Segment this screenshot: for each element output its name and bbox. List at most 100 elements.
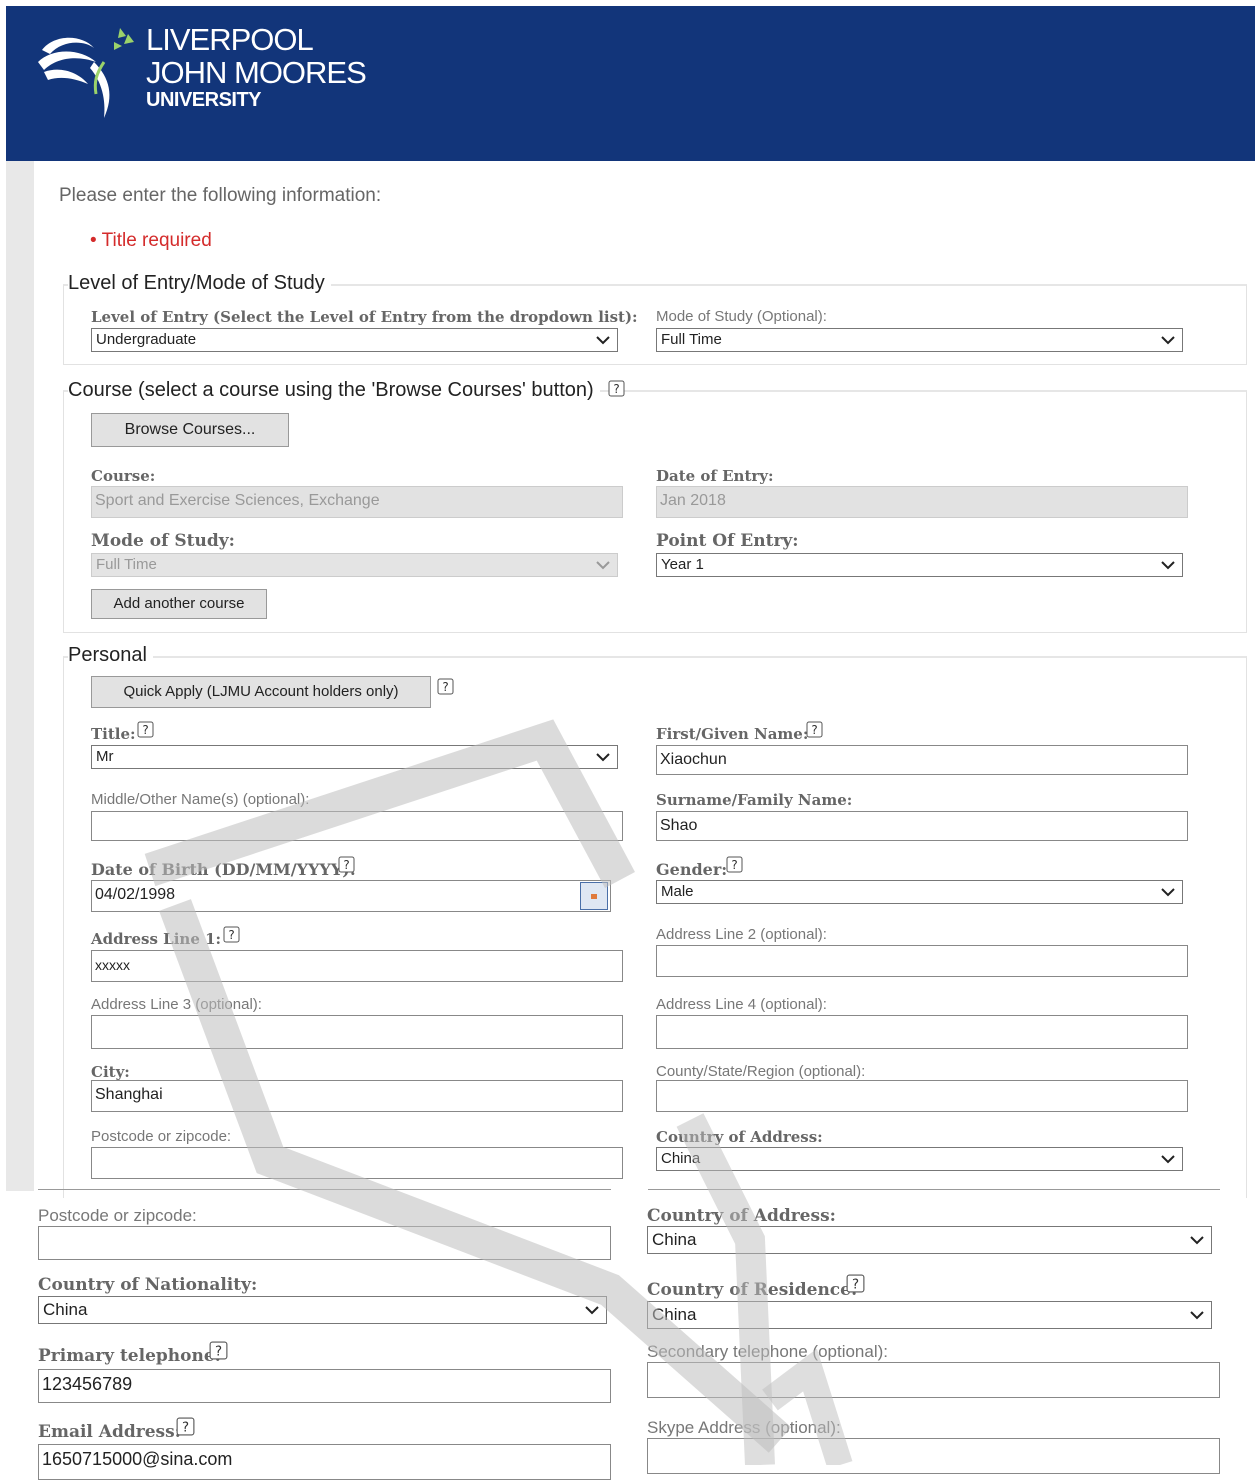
chevron-down-icon — [1161, 561, 1175, 570]
primary-telephone-label: Primary telephone: — [38, 1346, 221, 1366]
nationality-select[interactable]: China — [38, 1296, 607, 1324]
date-of-entry-field: Jan 2018 — [656, 486, 1188, 518]
svg-text:?: ? — [613, 382, 619, 396]
help-icon[interactable]: ? — [338, 856, 355, 873]
surname-input[interactable]: Shao — [656, 811, 1188, 841]
university-name: LIVERPOOL JOHN MOORES UNIVERSITY — [146, 22, 367, 111]
gender-label: Gender: — [656, 860, 728, 879]
course-label: Course: — [91, 467, 156, 485]
city-label: City: — [91, 1063, 130, 1081]
chevron-down-icon — [1190, 1236, 1204, 1245]
help-icon[interactable]: ? — [209, 1341, 228, 1360]
address-line-3-input[interactable] — [91, 1015, 623, 1049]
browse-courses-button[interactable]: Browse Courses... — [91, 413, 289, 447]
residence-select[interactable]: China — [647, 1301, 1212, 1329]
course-mode-value: Full Time — [96, 556, 157, 573]
personal-legend: Personal — [68, 644, 153, 667]
logo-line-3: UNIVERSITY — [146, 89, 262, 111]
level-of-entry-legend: Level of Entry/Mode of Study — [68, 272, 331, 295]
address-line-4-label: Address Line 4 (optional): — [656, 996, 827, 1013]
point-of-entry-label: Point Of Entry: — [656, 531, 799, 551]
address-line-1-input[interactable]: xxxxx — [91, 950, 623, 982]
country-of-address-value: China — [661, 1150, 701, 1167]
address-line-4-input[interactable] — [656, 1015, 1188, 1049]
dob-label: Date of Birth (DD/MM/YYYY): — [91, 860, 356, 879]
first-name-input[interactable]: Xiaochun — [656, 745, 1188, 775]
svg-text:?: ? — [731, 858, 737, 872]
gender-value: Male — [661, 883, 694, 900]
error-item: • Title required — [90, 230, 212, 251]
gender-select[interactable]: Male — [656, 880, 1183, 904]
svg-text:?: ? — [811, 723, 817, 737]
address-line-2-label: Address Line 2 (optional): — [656, 926, 827, 943]
intro-text: Please enter the following information: — [59, 185, 382, 206]
county-input[interactable] — [656, 1080, 1188, 1112]
skype-input[interactable] — [647, 1438, 1220, 1474]
chevron-down-icon — [596, 753, 610, 762]
course-mode-select: Full Time — [91, 553, 618, 577]
help-icon[interactable]: ? — [176, 1417, 195, 1436]
add-another-course-button[interactable]: Add another course — [91, 589, 267, 619]
svg-text:?: ? — [142, 723, 148, 737]
help-icon[interactable]: ? — [608, 380, 625, 397]
svg-text:?: ? — [442, 680, 448, 694]
postcode-input[interactable] — [91, 1147, 623, 1179]
address-line-2-input[interactable] — [656, 945, 1188, 977]
site-header: LIVERPOOL JOHN MOORES UNIVERSITY — [6, 6, 1255, 161]
help-icon[interactable]: ? — [806, 721, 823, 738]
point-of-entry-select[interactable]: Year 1 — [656, 553, 1183, 577]
address-line-1-label: Address Line 1: — [91, 930, 222, 948]
svg-text:?: ? — [343, 858, 349, 872]
title-label: Title: — [91, 725, 136, 743]
left-margin-bar — [6, 161, 34, 1191]
mode-of-study-optional-select[interactable]: Full Time — [656, 328, 1183, 352]
logo-line-1: LIVERPOOL — [146, 22, 314, 57]
svg-text:?: ? — [215, 1345, 222, 1360]
chevron-down-icon — [585, 1306, 599, 1315]
primary-telephone-input[interactable]: 123456789 — [38, 1369, 611, 1403]
city-input[interactable]: Shanghai — [91, 1080, 623, 1112]
chevron-down-icon — [596, 336, 610, 345]
calendar-icon[interactable] — [580, 882, 608, 910]
title-select[interactable]: Mr — [91, 745, 618, 769]
surname-label: Surname/Family Name: — [656, 791, 853, 809]
help-icon[interactable]: ? — [137, 721, 154, 738]
course-legend: Course (select a course using the 'Brows… — [68, 379, 600, 402]
email-input[interactable]: 1650715000@sina.com — [38, 1444, 611, 1480]
help-icon[interactable]: ? — [437, 678, 454, 695]
postcode-label: Postcode or zipcode: — [38, 1206, 197, 1225]
svg-text:?: ? — [852, 1278, 859, 1293]
secondary-telephone-label: Secondary telephone (optional): — [647, 1342, 888, 1361]
dob-input[interactable]: 04/02/1998 — [91, 880, 611, 912]
personal-fieldset — [63, 656, 1247, 1198]
help-icon[interactable]: ? — [846, 1274, 865, 1293]
chevron-down-icon — [1190, 1311, 1204, 1320]
university-logo-icon — [38, 28, 134, 118]
county-label: County/State/Region (optional): — [656, 1063, 866, 1080]
chevron-down-icon — [1161, 888, 1175, 897]
middle-name-label: Middle/Other Name(s) (optional): — [91, 791, 310, 808]
help-icon[interactable]: ? — [223, 926, 240, 943]
country-of-address-label: Country of Address: — [656, 1128, 823, 1146]
point-of-entry-value: Year 1 — [661, 556, 704, 573]
middle-name-input[interactable] — [91, 811, 623, 841]
nationality-value: China — [43, 1300, 88, 1319]
divider — [648, 1189, 1220, 1190]
residence-value: China — [652, 1305, 697, 1324]
country-of-address-select[interactable]: China — [656, 1147, 1183, 1171]
email-label: Email Address: — [38, 1422, 181, 1442]
postcode-input[interactable] — [38, 1226, 611, 1260]
country-of-address-select[interactable]: China — [647, 1226, 1212, 1254]
secondary-telephone-input[interactable] — [647, 1362, 1220, 1398]
mode-of-study-optional-label: Mode of Study (Optional): — [656, 308, 827, 325]
help-icon[interactable]: ? — [726, 856, 743, 873]
postcode-label: Postcode or zipcode: — [91, 1128, 232, 1145]
chevron-down-icon — [1161, 336, 1175, 345]
logo-line-2: JOHN MOORES — [146, 55, 367, 90]
chevron-down-icon — [1161, 1155, 1175, 1164]
chevron-down-icon — [596, 561, 610, 570]
level-of-entry-select[interactable]: Undergraduate — [91, 328, 618, 352]
quick-apply-button[interactable]: Quick Apply (LJMU Account holders only) — [91, 676, 431, 708]
mode-of-study-optional-value: Full Time — [661, 331, 722, 348]
skype-label: Skype Address (optional): — [647, 1418, 841, 1437]
